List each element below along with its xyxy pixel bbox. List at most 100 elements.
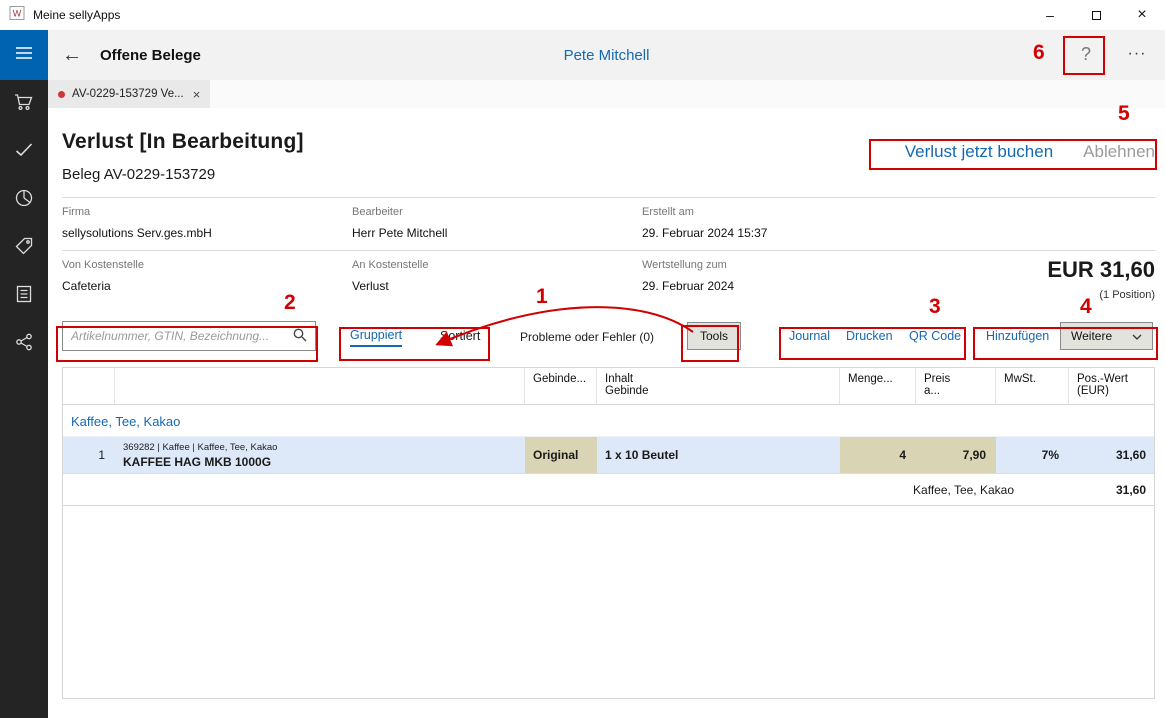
reject-button[interactable]: Ablehnen: [1083, 142, 1155, 162]
sidebar: [0, 30, 48, 718]
chevron-down-icon: [1132, 329, 1142, 343]
row-number: 1: [63, 437, 115, 473]
positions-toolbar: Gruppiert Sortiert Probleme oder Fehler …: [62, 319, 1155, 357]
column-header-gebinde[interactable]: Gebinde...: [525, 368, 597, 404]
tab-label: AV-0229-153729 Ve...: [72, 88, 184, 100]
titlebar: W Meine sellyApps – ×: [0, 0, 1165, 30]
column-header-preis[interactable]: Preis a...: [916, 368, 996, 404]
tools-button[interactable]: Tools: [687, 322, 741, 350]
unsaved-dot-icon: [58, 91, 65, 98]
mwst-cell: 7%: [996, 437, 1069, 473]
field-label: Bearbeiter: [352, 206, 642, 218]
tools-label: Tools: [700, 329, 728, 343]
book-icon: [16, 285, 32, 308]
field-label: Firma: [62, 206, 352, 218]
article-search[interactable]: [62, 321, 316, 351]
field-label: An Kostenstelle: [352, 259, 642, 271]
table-header-row: Gebinde... Inhalt Gebinde Menge... Preis…: [63, 368, 1154, 405]
sorted-toggle[interactable]: Sortiert: [440, 329, 480, 343]
article-name: KAFFEE HAG MKB 1000G: [123, 455, 271, 469]
more-options-button[interactable]: ···: [1117, 35, 1157, 73]
hamburger-icon: [15, 46, 33, 65]
column-header-menge[interactable]: Menge...: [840, 368, 916, 404]
document-total: EUR 31,60 (1 Position): [1047, 257, 1155, 301]
field-bearbeiter: Bearbeiter Herr Pete Mitchell: [352, 206, 642, 240]
sidebar-item-journal[interactable]: [0, 272, 48, 320]
inhalt-cell: 1 x 10 Beutel: [597, 437, 840, 473]
group-summary-row: Kaffee, Tee, Kakao 31,60: [63, 474, 1154, 506]
sidebar-item-price-tag[interactable]: [0, 224, 48, 272]
maximize-icon: [1092, 11, 1101, 20]
field-an-kostenstelle: An Kostenstelle Verlust: [352, 259, 642, 293]
field-label: Erstellt am: [642, 206, 1155, 218]
total-positions: (1 Position): [1047, 289, 1155, 301]
minimize-button[interactable]: –: [1027, 0, 1073, 30]
group-header[interactable]: Kaffee, Tee, Kakao: [63, 405, 1154, 436]
field-value: Cafeteria: [62, 279, 352, 293]
field-label: Von Kostenstelle: [62, 259, 352, 271]
tab-close-icon[interactable]: ×: [193, 87, 201, 102]
article-cell: 369282 | Kaffee | Kaffee, Tee, Kakao KAF…: [115, 437, 525, 473]
more-actions-label: Weitere: [1071, 329, 1112, 343]
book-loss-button[interactable]: Verlust jetzt buchen: [905, 142, 1053, 162]
field-firma: Firma sellysolutions Serv.ges.mbH: [62, 206, 352, 240]
column-header-mwst[interactable]: MwSt.: [996, 368, 1069, 404]
more-actions-dropdown[interactable]: Weitere: [1060, 322, 1153, 350]
field-value: Herr Pete Mitchell: [352, 226, 642, 240]
app-header: ← Offene Belege Pete Mitchell ? ···: [48, 30, 1165, 80]
print-link[interactable]: Drucken: [846, 329, 893, 343]
column-header-pos-wert[interactable]: Pos.-Wert (EUR): [1069, 368, 1156, 404]
help-button[interactable]: ?: [1067, 35, 1105, 73]
qr-code-link[interactable]: QR Code: [909, 329, 961, 343]
table-empty-area: [63, 506, 1154, 698]
article-meta: 369282 | Kaffee | Kaffee, Tee, Kakao: [123, 442, 277, 453]
field-von-kostenstelle: Von Kostenstelle Cafeteria: [62, 259, 352, 293]
window-title: Meine sellyApps: [33, 8, 120, 22]
search-input[interactable]: [71, 329, 293, 343]
app-window: W Meine sellyApps – ×: [0, 0, 1165, 718]
sidebar-item-statistics[interactable]: [0, 176, 48, 224]
field-value: 29. Februar 2024 15:37: [642, 226, 1155, 240]
total-amount: EUR 31,60: [1047, 257, 1155, 283]
column-header-empty: [63, 368, 115, 404]
maximize-button[interactable]: [1073, 0, 1119, 30]
field-value: Verlust: [352, 279, 642, 293]
check-icon: [15, 143, 33, 162]
pie-chart-icon: [15, 189, 33, 212]
tab-bar: AV-0229-153729 Ve... ×: [48, 80, 1165, 108]
add-link[interactable]: Hinzufügen: [986, 329, 1049, 343]
pos-wert-cell: 31,60: [1069, 437, 1156, 473]
summary-label: Kaffee, Tee, Kakao: [63, 483, 1069, 497]
app-icon: W: [9, 5, 25, 26]
document-content: Verlust [In Bearbeitung] Beleg AV-0229-1…: [48, 108, 1165, 718]
problems-counter[interactable]: Probleme oder Fehler (0): [520, 330, 654, 344]
cart-icon: [14, 93, 34, 116]
preis-cell: 7,90: [916, 437, 996, 473]
positions-table: Gebinde... Inhalt Gebinde Menge... Preis…: [62, 367, 1155, 699]
table-row[interactable]: 1 369282 | Kaffee | Kaffee, Tee, Kakao K…: [63, 436, 1154, 474]
sidebar-item-menu[interactable]: [0, 30, 48, 80]
svg-text:W: W: [13, 8, 22, 18]
current-user[interactable]: Pete Mitchell: [564, 47, 650, 64]
back-button[interactable]: ←: [62, 45, 82, 65]
grouped-toggle[interactable]: Gruppiert: [350, 328, 402, 347]
sidebar-item-cart[interactable]: [0, 80, 48, 128]
sidebar-item-tasks[interactable]: [0, 128, 48, 176]
field-value: sellysolutions Serv.ges.mbH: [62, 226, 352, 240]
close-button[interactable]: ×: [1119, 0, 1165, 30]
share-icon: [15, 333, 33, 356]
column-header-inhalt[interactable]: Inhalt Gebinde: [597, 368, 840, 404]
document-actions: Verlust jetzt buchen Ablehnen: [905, 142, 1155, 162]
page-title: Offene Belege: [100, 47, 201, 64]
sidebar-item-share[interactable]: [0, 320, 48, 368]
fields-row-2: Von Kostenstelle Cafeteria An Kostenstel…: [62, 251, 1155, 303]
column-header-article: [115, 368, 525, 404]
journal-link[interactable]: Journal: [789, 329, 830, 343]
search-icon[interactable]: [293, 328, 307, 345]
summary-value: 31,60: [1069, 483, 1156, 497]
document-number: Beleg AV-0229-153729: [62, 166, 1155, 183]
fields-row-1: Firma sellysolutions Serv.ges.mbH Bearbe…: [62, 198, 1155, 250]
gebinde-cell: Original: [525, 437, 597, 473]
tab-document[interactable]: AV-0229-153729 Ve... ×: [48, 80, 210, 108]
field-erstellt-am: Erstellt am 29. Februar 2024 15:37: [642, 206, 1155, 240]
